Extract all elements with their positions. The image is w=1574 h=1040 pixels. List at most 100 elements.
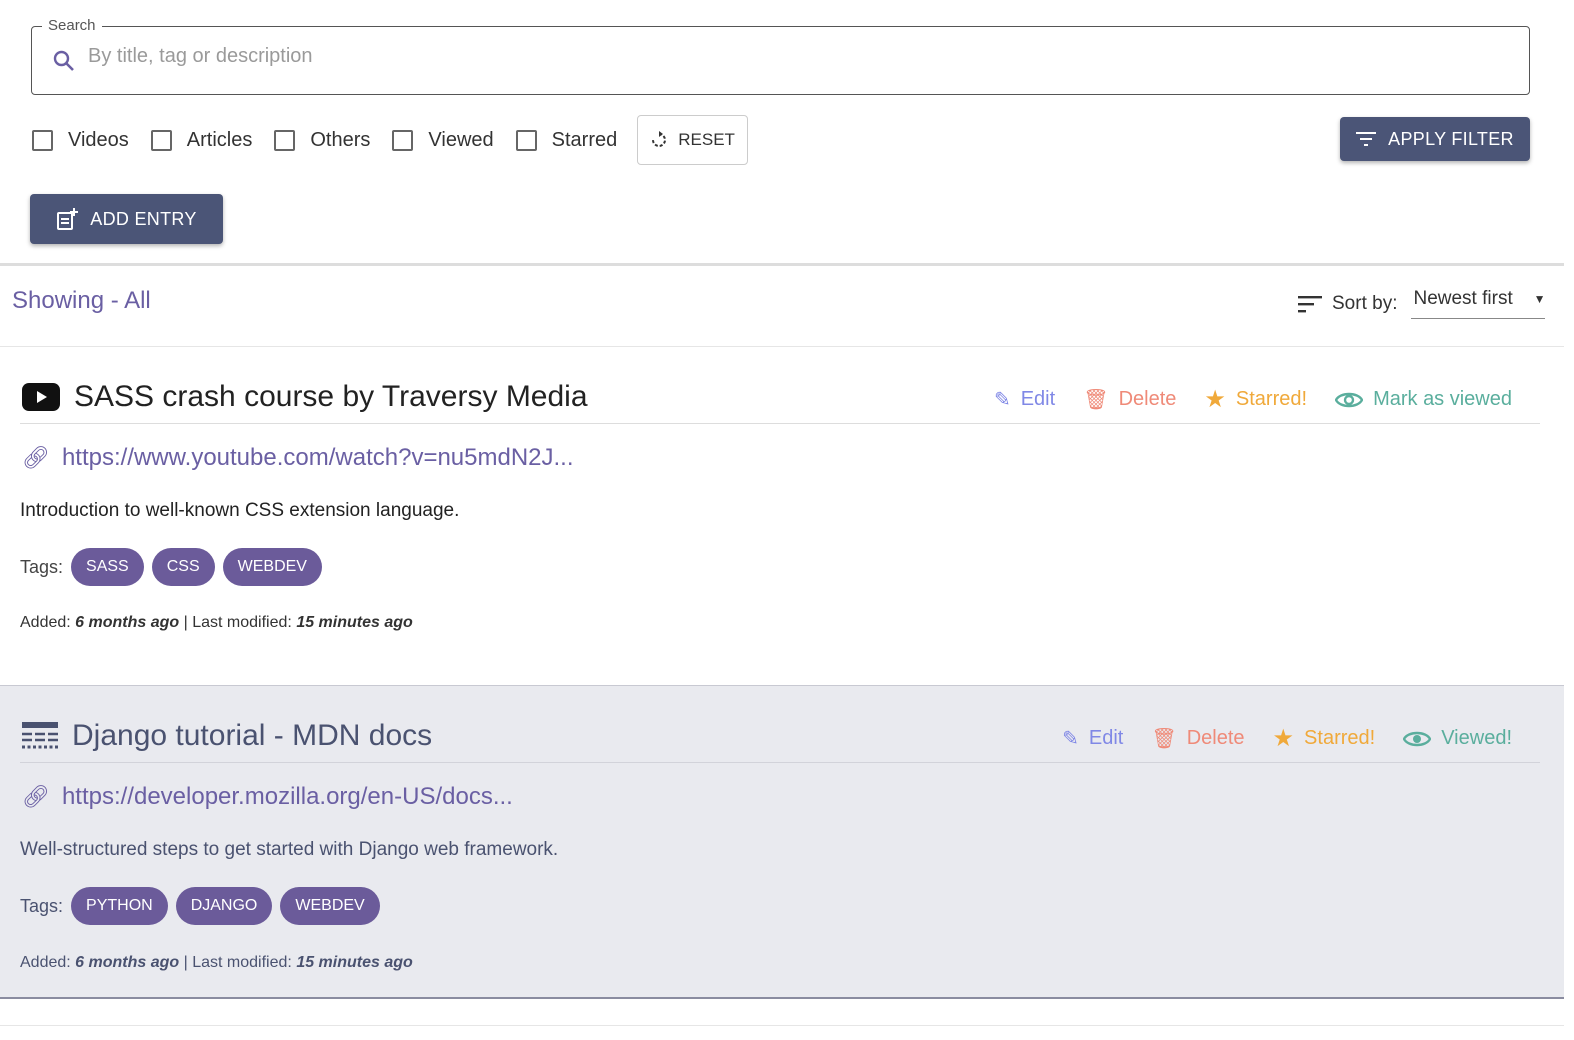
added-value: 6 months ago (75, 614, 180, 631)
add-note-icon (57, 208, 79, 230)
tag-chip[interactable]: SASS (71, 548, 144, 586)
reset-button[interactable]: RESET (637, 115, 748, 165)
tag-chip[interactable]: CSS (151, 548, 215, 586)
edit-button[interactable]: ✎ Edit (994, 387, 1055, 412)
entry-actions: ✎ Edit 🗑 Delete ★ Starred! Mark as viewed (994, 385, 1512, 414)
divider (0, 263, 1564, 266)
modified-value: 15 minutes ago (296, 614, 413, 631)
apply-filter-label: APPLY FILTER (1388, 128, 1514, 149)
sort-icon (1298, 295, 1322, 312)
link-icon: 🔗︎ (22, 445, 50, 470)
entry-title-row: Django tutorial - MDN docs (22, 719, 432, 753)
sort-value: Newest first (1413, 288, 1513, 309)
delete-label: Delete (1186, 727, 1245, 749)
star-button[interactable]: ★ Starred! (1204, 385, 1307, 414)
sort-select[interactable]: Newest first ▼ (1411, 288, 1546, 319)
filter-label: Others (310, 128, 371, 151)
filter-bar: Videos Articles Others Viewed Starred RE… (32, 115, 748, 165)
entry-title: SASS crash course by Traversy Media (74, 380, 588, 413)
modified-label: | Last modified: (183, 954, 292, 971)
filter-articles[interactable]: Articles (150, 128, 253, 152)
divider (0, 1025, 1564, 1026)
modified-label: | Last modified: (183, 614, 292, 631)
tag-chip[interactable]: DJANGO (175, 887, 273, 925)
filter-videos[interactable]: Videos (32, 129, 129, 152)
entry-card: Django tutorial - MDN docs ✎ Edit 🗑 Delete… (0, 685, 1564, 999)
star-icon: ★ (1272, 725, 1295, 752)
mark-viewed-button[interactable]: Mark as viewed (1335, 388, 1512, 411)
tag-chip[interactable]: PYTHON (71, 887, 168, 925)
filter-starred[interactable]: Starred (515, 128, 618, 152)
entry-description: Introduction to well-known CSS extension… (20, 500, 460, 521)
search-icon (53, 50, 74, 71)
added-label: Added: (20, 954, 71, 971)
entry-title-row: SASS crash course by Traversy Media (22, 380, 588, 414)
edit-button[interactable]: ✎ Edit (1062, 726, 1123, 751)
tag-chip[interactable]: WEBDEV (280, 887, 380, 925)
search-field[interactable] (31, 26, 1530, 95)
eye-icon (1403, 731, 1432, 746)
sort-label: Sort by: (1332, 292, 1398, 314)
dropdown-arrow-icon: ▼ (1533, 292, 1546, 306)
star-label: Starred! (1304, 727, 1376, 749)
entry-tags: Tags: PYTHON DJANGO WEBDEV (20, 887, 380, 925)
delete-label: Delete (1118, 388, 1177, 410)
checkbox[interactable] (274, 129, 296, 151)
sort-control: Sort by: Newest first ▼ (1298, 288, 1546, 319)
article-icon (22, 722, 58, 749)
trash-icon: 🗑 (1083, 389, 1109, 411)
add-entry-button[interactable]: ADD ENTRY (30, 194, 223, 244)
entry-link[interactable]: 🔗︎ https://developer.mozilla.org/en-US/do… (22, 783, 513, 811)
star-button[interactable]: ★ Starred! (1273, 724, 1376, 753)
filter-label: Viewed (428, 128, 494, 151)
apply-filter-button[interactable]: APPLY FILTER (1340, 117, 1530, 161)
star-label: Starred! (1235, 388, 1308, 410)
search-input[interactable] (88, 45, 1488, 68)
entry-url: https://developer.mozilla.org/en-US/docs… (61, 783, 513, 810)
add-entry-label: ADD ENTRY (90, 208, 197, 229)
trash-icon: 🗑 (1151, 728, 1177, 750)
checkbox[interactable] (515, 129, 537, 151)
filter-label: Articles (186, 128, 253, 151)
showing-label: Showing - All (12, 287, 151, 314)
added-value: 6 months ago (75, 954, 180, 971)
viewed-button[interactable]: Viewed! (1403, 727, 1512, 750)
entry-link[interactable]: 🔗︎ https://www.youtube.com/watch?v=nu5mdN… (22, 444, 574, 472)
delete-button[interactable]: 🗑 Delete (1083, 387, 1176, 412)
view-label: Mark as viewed (1373, 388, 1512, 410)
edit-label: Edit (1020, 388, 1056, 410)
checkbox[interactable] (150, 129, 172, 151)
filter-viewed[interactable]: Viewed (392, 128, 494, 152)
eye-icon (1335, 392, 1364, 407)
link-icon: 🔗︎ (22, 784, 50, 809)
filter-others[interactable]: Others (274, 129, 370, 152)
entry-tags: Tags: SASS CSS WEBDEV (20, 548, 322, 586)
tags-label: Tags: (20, 895, 64, 916)
filter-label: Videos (68, 128, 129, 151)
edit-label: Edit (1088, 727, 1124, 749)
filter-label: Starred (551, 128, 618, 151)
tag-chip[interactable]: WEBDEV (222, 548, 322, 586)
entry-card: SASS crash course by Traversy Media ✎ Edi… (0, 347, 1564, 661)
tags-label: Tags: (20, 556, 64, 577)
view-label: Viewed! (1441, 727, 1512, 749)
pencil-icon: ✎ (1062, 728, 1079, 750)
checkbox[interactable] (32, 129, 53, 151)
modified-value: 15 minutes ago (296, 954, 413, 971)
checkbox[interactable] (392, 129, 414, 151)
divider (20, 762, 1540, 763)
entry-actions: ✎ Edit 🗑 Delete ★ Starred! Viewed! (1062, 724, 1512, 753)
divider (20, 423, 1540, 424)
entry-meta: Added: 6 months ago | Last modified: 15 … (20, 954, 413, 972)
youtube-icon (22, 383, 60, 411)
reset-icon (652, 131, 667, 147)
entry-description: Well-structured steps to get started wit… (20, 839, 559, 860)
search-label: Search (42, 17, 102, 34)
added-label: Added: (20, 614, 71, 631)
reset-label: RESET (678, 130, 735, 149)
delete-button[interactable]: 🗑 Delete (1151, 726, 1244, 751)
pencil-icon: ✎ (993, 389, 1011, 411)
star-icon: ★ (1204, 386, 1226, 413)
entry-meta: Added: 6 months ago | Last modified: 15 … (20, 614, 413, 632)
filter-icon (1356, 132, 1377, 146)
